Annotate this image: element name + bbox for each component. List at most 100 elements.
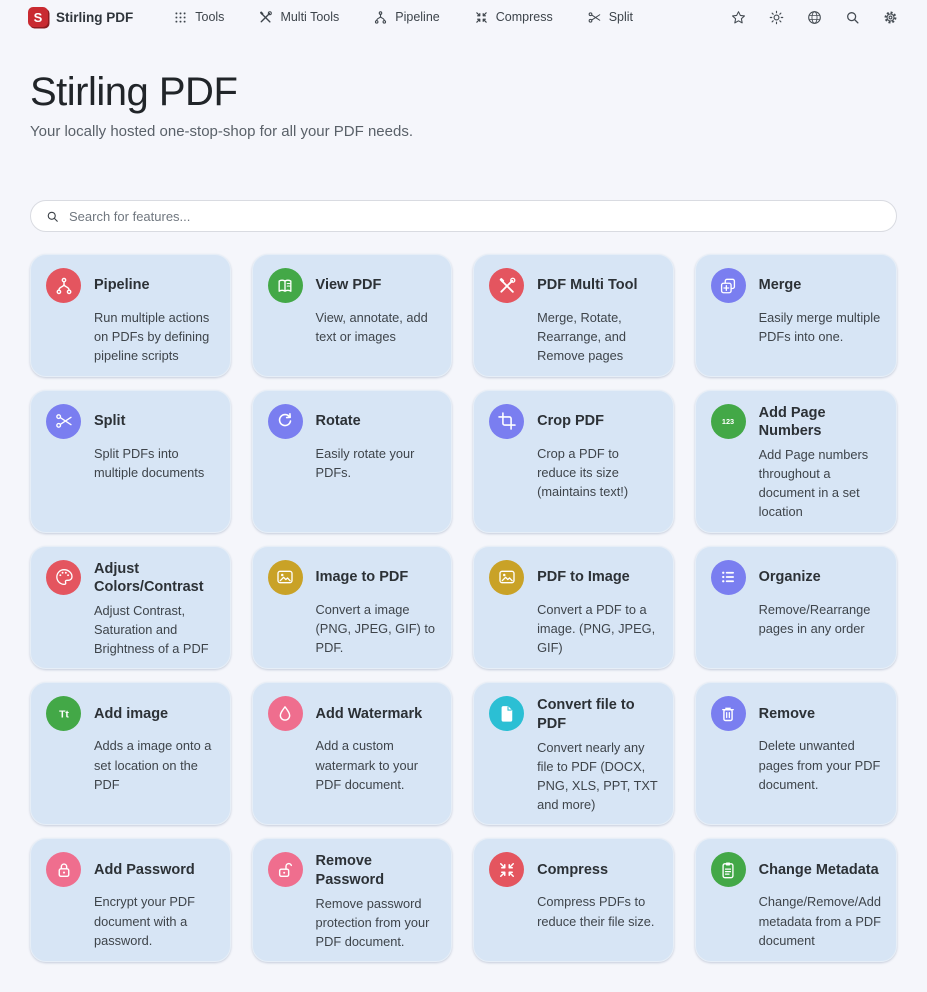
- search-icon: [844, 9, 861, 26]
- feature-card[interactable]: Rotate Easily rotate your PDFs.: [252, 390, 453, 533]
- card-description: Remove/Rearrange pages in any order: [759, 600, 881, 638]
- top-navbar: S Stirling PDF Tools Multi Tools Pipelin…: [0, 0, 927, 34]
- feature-card[interactable]: View PDF View, annotate, add text or ima…: [252, 254, 453, 377]
- card-title: Image to PDF: [316, 568, 437, 586]
- brand-name: Stirling PDF: [56, 10, 133, 25]
- list-icon: [711, 560, 746, 595]
- card-description: Run multiple actions on PDFs by defining…: [94, 308, 215, 366]
- nav-item-label: Tools: [195, 10, 224, 24]
- card-title: Change Metadata: [759, 861, 881, 879]
- settings-button[interactable]: [882, 9, 899, 26]
- palette-icon: [46, 560, 81, 595]
- feature-card[interactable]: Add Page Numbers Add Page numbers throug…: [695, 390, 897, 533]
- language-button[interactable]: [806, 9, 823, 26]
- feature-card[interactable]: PDF Multi Tool Merge, Rotate, Rearrange,…: [473, 254, 674, 377]
- unlock-icon: [268, 852, 303, 887]
- card-title: Split: [94, 412, 215, 430]
- card-title: Rotate: [316, 412, 437, 430]
- feature-card[interactable]: Pipeline Run multiple actions on PDFs by…: [30, 254, 231, 377]
- card-title: Pipeline: [94, 276, 215, 294]
- text-icon: [46, 696, 81, 731]
- star-icon: [730, 9, 747, 26]
- card-description: Encrypt your PDF document with a passwor…: [94, 892, 215, 950]
- nav-item-pipeline[interactable]: Pipeline: [373, 10, 439, 25]
- card-description: Easily rotate your PDFs.: [316, 444, 437, 482]
- nav-actions: [730, 9, 899, 26]
- nav-item-compress[interactable]: Compress: [474, 10, 553, 25]
- card-description: Compress PDFs to reduce their file size.: [537, 892, 658, 930]
- nav-item-label: Multi Tools: [280, 10, 339, 24]
- card-title: Adjust Colors/Contrast: [94, 560, 215, 596]
- feature-card[interactable]: Organize Remove/Rearrange pages in any o…: [695, 546, 897, 670]
- globe-icon: [806, 9, 823, 26]
- card-title: Crop PDF: [537, 412, 658, 430]
- card-description: Easily merge multiple PDFs into one.: [759, 308, 881, 346]
- nav-item-label: Split: [609, 10, 633, 24]
- tools-icon: [489, 268, 524, 303]
- card-description: Convert a PDF to a image. (PNG, JPEG, GI…: [537, 600, 658, 658]
- tools-icon: [258, 10, 273, 25]
- nav-item-split[interactable]: Split: [587, 10, 633, 25]
- nav-item-label: Compress: [496, 10, 553, 24]
- scissors-icon: [46, 404, 81, 439]
- compress-icon: [489, 852, 524, 887]
- feature-card[interactable]: Image to PDF Convert a image (PNG, JPEG,…: [252, 546, 453, 670]
- card-description: Convert nearly any file to PDF (DOCX, PN…: [537, 738, 658, 815]
- card-description: Split PDFs into multiple documents: [94, 444, 215, 482]
- feature-card[interactable]: PDF to Image Convert a PDF to a image. (…: [473, 546, 674, 670]
- main-content: Stirling PDF Your locally hosted one-sto…: [0, 70, 927, 962]
- search-input[interactable]: [69, 209, 882, 224]
- feature-card[interactable]: Merge Easily merge multiple PDFs into on…: [695, 254, 897, 377]
- feature-card[interactable]: Remove Password Remove password protecti…: [252, 838, 453, 962]
- brand[interactable]: S Stirling PDF: [28, 7, 133, 27]
- feature-card[interactable]: Add Watermark Add a custom watermark to …: [252, 682, 453, 825]
- favourites-button[interactable]: [730, 9, 747, 26]
- card-description: Crop a PDF to reduce its size (maintains…: [537, 444, 658, 502]
- trash-icon: [711, 696, 746, 731]
- feature-card[interactable]: Convert file to PDF Convert nearly any f…: [473, 682, 674, 825]
- image-icon: [268, 560, 303, 595]
- file-icon: [489, 696, 524, 731]
- search-button[interactable]: [844, 9, 861, 26]
- card-description: Convert a image (PNG, JPEG, GIF) to PDF.: [316, 600, 437, 658]
- feature-card[interactable]: Adjust Colors/Contrast Adjust Contrast, …: [30, 546, 231, 670]
- rotate-icon: [268, 404, 303, 439]
- nav-item-label: Pipeline: [395, 10, 439, 24]
- card-title: Add image: [94, 705, 215, 723]
- search-icon: [45, 209, 60, 224]
- card-description: Merge, Rotate, Rearrange, and Remove pag…: [537, 308, 658, 366]
- card-title: Convert file to PDF: [537, 696, 658, 732]
- card-title: Add Password: [94, 861, 215, 879]
- page-title: Stirling PDF: [30, 70, 897, 115]
- nav-item-multi-tools[interactable]: Multi Tools: [258, 10, 339, 25]
- card-description: Add a custom watermark to your PDF docum…: [316, 736, 437, 794]
- card-title: Add Page Numbers: [759, 404, 881, 440]
- card-title: Add Watermark: [316, 705, 437, 723]
- grid-icon: [173, 10, 188, 25]
- feature-card[interactable]: Change Metadata Change/Remove/Add metada…: [695, 838, 897, 962]
- gear-icon: [882, 9, 899, 26]
- card-title: Organize: [759, 568, 881, 586]
- feature-card[interactable]: Split Split PDFs into multiple documents: [30, 390, 231, 533]
- theme-toggle-button[interactable]: [768, 9, 785, 26]
- card-title: Remove: [759, 705, 881, 723]
- nav-item-tools[interactable]: Tools: [173, 10, 224, 25]
- card-title: Remove Password: [316, 852, 437, 888]
- book-icon: [268, 268, 303, 303]
- card-description: Remove password protection from your PDF…: [316, 894, 437, 952]
- feature-card[interactable]: Compress Compress PDFs to reduce their f…: [473, 838, 674, 962]
- feature-card[interactable]: Remove Delete unwanted pages from your P…: [695, 682, 897, 825]
- feature-card[interactable]: Crop PDF Crop a PDF to reduce its size (…: [473, 390, 674, 533]
- card-description: Adds a image onto a set location on the …: [94, 736, 215, 794]
- clipboard-icon: [711, 852, 746, 887]
- compress-icon: [474, 10, 489, 25]
- feature-card[interactable]: Add Password Encrypt your PDF document w…: [30, 838, 231, 962]
- stirling-logo-icon: S: [28, 7, 48, 27]
- numbers-icon: [711, 404, 746, 439]
- pipeline-icon: [46, 268, 81, 303]
- card-description: Delete unwanted pages from your PDF docu…: [759, 736, 881, 794]
- sun-icon: [768, 9, 785, 26]
- lock-icon: [46, 852, 81, 887]
- image-icon: [489, 560, 524, 595]
- feature-card[interactable]: Add image Adds a image onto a set locati…: [30, 682, 231, 825]
